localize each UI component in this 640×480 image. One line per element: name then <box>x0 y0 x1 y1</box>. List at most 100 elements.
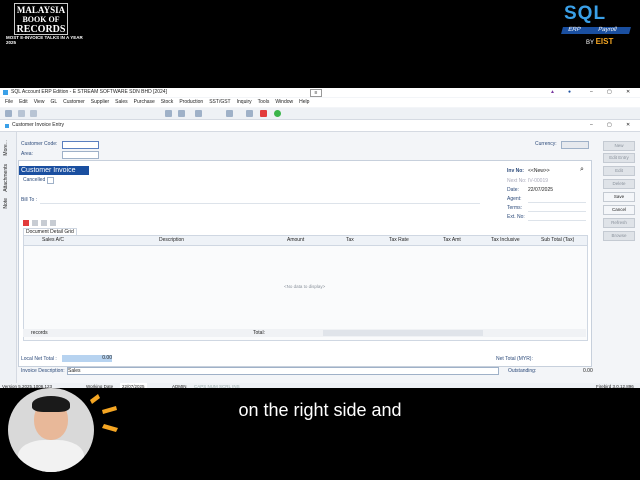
area-label: Area: <box>21 151 33 157</box>
mbr-tagline: MOST E-INVOICE TALKS IN A YEAR 2025 <box>6 35 83 45</box>
browse-button[interactable]: Browse <box>603 231 635 241</box>
document-tab-title: Customer Invoice Entry <box>12 122 64 128</box>
help-icon[interactable]: ● <box>568 88 571 97</box>
cancelled-label: Cancelled <box>23 177 46 183</box>
ext-no-label: Ext. No: <box>507 214 525 220</box>
invoice-description-field[interactable]: Sales <box>67 367 499 375</box>
malaysia-book-of-records-logo: MALAYSIA BOOK OF RECORDS <box>14 3 68 35</box>
col-tax-amt[interactable]: Tax Amt <box>443 236 461 245</box>
doc-close-button[interactable]: ✕ <box>626 120 630 131</box>
menu-inquiry[interactable]: Inquiry <box>237 99 252 105</box>
menu-supplier[interactable]: Supplier <box>91 99 109 105</box>
top-overlay <box>0 0 640 88</box>
search-icon[interactable] <box>195 110 202 117</box>
doc-minimize-button[interactable]: – <box>590 120 593 131</box>
customer-code-label: Customer Code: <box>21 141 58 147</box>
local-net-total-label: Local Net Total : <box>21 356 57 362</box>
close-button[interactable]: ✕ <box>626 88 630 97</box>
video-icon[interactable] <box>260 110 267 117</box>
doc-maximize-button[interactable]: ▢ <box>607 120 612 131</box>
delete-row-icon[interactable] <box>32 220 38 226</box>
save-button[interactable]: Save <box>603 192 635 202</box>
add-row-icon[interactable] <box>23 220 29 226</box>
print-icon[interactable] <box>226 110 233 117</box>
menu-purchase[interactable]: Purchase <box>134 99 155 105</box>
menu-production[interactable]: Production <box>179 99 203 105</box>
bill-to-label: Bill To : <box>21 197 38 203</box>
mail-icon[interactable] <box>246 110 253 117</box>
side-tab-more[interactable]: More... <box>3 140 9 156</box>
side-tab-note[interactable]: Note <box>3 198 9 209</box>
cancel-button[interactable]: Cancel <box>603 205 635 215</box>
menu-help[interactable]: Help <box>299 99 309 105</box>
edit-button[interactable]: Edit <box>603 166 635 176</box>
delete-button[interactable]: Delete <box>603 179 635 189</box>
toolbar <box>0 108 640 120</box>
menu-sales[interactable]: Sales <box>115 99 128 105</box>
date-label: Date: <box>507 187 519 193</box>
menu-tools[interactable]: Tools <box>258 99 270 105</box>
cancelled-checkbox[interactable] <box>47 177 54 184</box>
menu-bar: File Edit View GL Customer Supplier Sales Purch… <box>0 98 640 107</box>
currency-label: Currency: <box>535 141 557 147</box>
new-button[interactable]: New <box>603 141 635 151</box>
move-down-icon[interactable] <box>50 220 56 226</box>
menu-hamburger-icon[interactable]: ≡ <box>310 89 322 97</box>
customer-code-field[interactable] <box>62 141 99 149</box>
empty-grid-text: <No data to display> <box>284 284 326 289</box>
doc-icon <box>5 124 9 128</box>
cancel-icon[interactable] <box>178 110 185 117</box>
save-icon[interactable] <box>165 110 172 117</box>
date-field[interactable]: 22/07/2025 <box>528 187 553 193</box>
col-sub-total[interactable]: Sub Total (Tax) <box>541 236 574 245</box>
page-title: Customer Invoice <box>19 166 89 175</box>
col-sales-ac[interactable]: Sales A/C <box>42 236 64 245</box>
menu-window[interactable]: Window <box>275 99 293 105</box>
home-icon[interactable] <box>5 110 12 117</box>
next-no-label: Next No: <box>507 178 527 184</box>
nav-icon[interactable] <box>30 110 37 117</box>
local-net-total-value: 0.00 <box>62 355 112 362</box>
document-titlebar: Customer Invoice Entry – ▢ ✕ <box>0 120 640 132</box>
minimize-button[interactable]: – <box>590 88 593 97</box>
outstanding-value: 0.00 <box>583 368 593 374</box>
menu-stock[interactable]: Stock <box>161 99 174 105</box>
currency-field[interactable] <box>561 141 589 149</box>
net-total-label: Net Total (MYR): <box>496 356 533 362</box>
side-tab-attachments[interactable]: Attachments <box>3 164 9 192</box>
menu-gl[interactable]: GL <box>50 99 57 105</box>
nav-icon[interactable] <box>18 110 25 117</box>
col-tax-inclusive[interactable]: Tax Inclusive <box>491 236 520 245</box>
col-tax-rate[interactable]: Tax Rate <box>389 236 409 245</box>
menu-customer[interactable]: Customer <box>63 99 85 105</box>
app-window: SQL Account ERP Edition - E STREAM SOFTW… <box>0 88 640 391</box>
search-icon[interactable]: ⌕ <box>580 166 584 174</box>
total-cell <box>323 330 423 336</box>
edit-entry-button[interactable]: Edit Entry <box>603 153 635 163</box>
menu-file[interactable]: File <box>5 99 13 105</box>
video-subtitle: on the right side and <box>238 400 402 420</box>
window-titlebar: SQL Account ERP Edition - E STREAM SOFTW… <box>0 88 640 97</box>
menu-edit[interactable]: Edit <box>19 99 28 105</box>
inv-no-label: Inv No: <box>507 168 524 174</box>
agent-label: Agent: <box>507 196 522 202</box>
maximize-button[interactable]: ▢ <box>607 88 612 97</box>
terms-field[interactable] <box>528 205 586 212</box>
area-field[interactable] <box>62 151 99 159</box>
detail-grid[interactable]: Sales A/C Description Amount Tax Tax Rat… <box>23 235 588 341</box>
bill-to-divider <box>40 203 480 204</box>
user-icon[interactable]: ▲ <box>550 88 555 97</box>
ext-no-field[interactable] <box>528 214 586 221</box>
refresh-button[interactable]: Refresh <box>603 218 635 228</box>
app-icon <box>3 90 8 95</box>
menu-view[interactable]: View <box>34 99 45 105</box>
inv-no-value[interactable]: <<New>> <box>528 168 550 174</box>
col-tax[interactable]: Tax <box>346 236 354 245</box>
total-label: Total: <box>253 330 265 336</box>
whatsapp-icon[interactable] <box>274 110 281 117</box>
move-up-icon[interactable] <box>41 220 47 226</box>
menu-sst-gst[interactable]: SST/GST <box>209 99 230 105</box>
agent-field[interactable] <box>528 196 586 203</box>
col-amount[interactable]: Amount <box>287 236 304 245</box>
col-description[interactable]: Description <box>159 236 184 245</box>
